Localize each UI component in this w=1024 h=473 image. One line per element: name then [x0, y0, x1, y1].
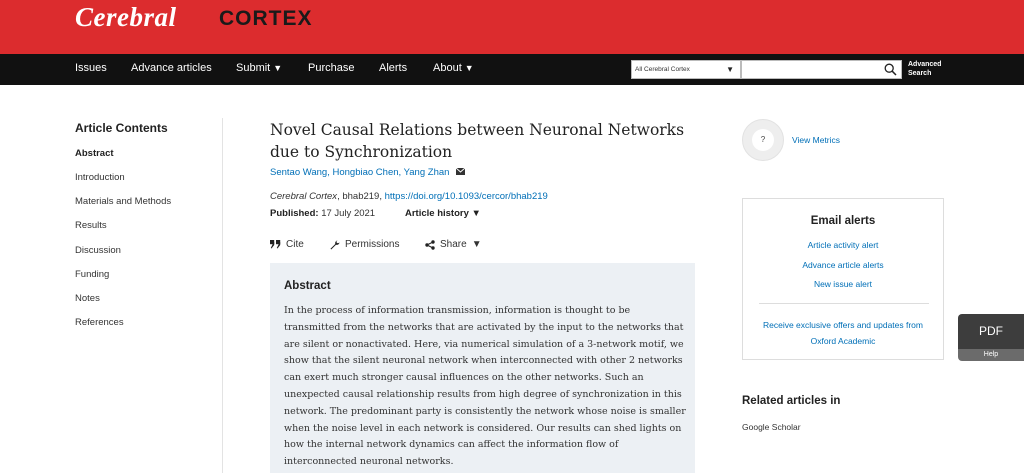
doi-link[interactable]: https://doi.org/10.1093/cercor/bhab219: [385, 191, 548, 202]
nav-alerts-label: Alerts: [379, 62, 408, 74]
quote-icon: [270, 240, 281, 249]
article-activity-alert-link[interactable]: Article activity alert: [743, 240, 943, 250]
altmetric-score: ?: [752, 129, 774, 151]
nav-submit-label: Submit: [236, 62, 271, 74]
toc-item-abstract[interactable]: Abstract: [75, 148, 114, 159]
nav-about-label: About: [433, 62, 462, 74]
toc-item-results[interactable]: Results: [75, 220, 107, 231]
oxford-offers-link[interactable]: Receive exclusive offers and updates fro…: [757, 317, 929, 349]
permissions-label: Permissions: [345, 239, 400, 250]
related-articles-title: Related articles in: [742, 395, 841, 407]
toc-item-introduction[interactable]: Introduction: [75, 172, 125, 183]
related-google-scholar-link[interactable]: Google Scholar: [742, 422, 801, 432]
email-alerts-divider: [759, 303, 929, 304]
nav-purchase[interactable]: Purchase: [308, 62, 354, 74]
pdf-button[interactable]: PDF: [958, 314, 1024, 349]
journal-logo-cerebral[interactable]: Cerebral: [75, 2, 177, 33]
nav-alerts[interactable]: Alerts: [379, 62, 407, 74]
toc-item-materials-and-methods[interactable]: Materials and Methods: [75, 196, 171, 207]
nav-issues-label: Issues: [75, 62, 107, 74]
permissions-button[interactable]: Permissions: [330, 239, 399, 250]
journal-logo-cortex[interactable]: CORTEX: [219, 7, 313, 31]
nav-purchase-label: Purchase: [308, 62, 355, 74]
chevron-down-icon: ▼: [464, 63, 474, 73]
article-contents-title: Article Contents: [75, 121, 168, 135]
author-link[interactable]: Hongbiao Chen: [333, 167, 399, 178]
chevron-down-icon: ▼: [726, 65, 734, 74]
chevron-down-icon: ▼: [273, 63, 283, 73]
search-icon[interactable]: [884, 63, 897, 76]
article-history-toggle[interactable]: Article history ▼: [405, 208, 481, 219]
author-list: Sentao Wang, Hongbiao Chen, Yang Zhan: [270, 167, 466, 178]
abstract-text: In the process of information transmissi…: [284, 305, 686, 468]
new-issue-alert-link[interactable]: New issue alert: [743, 279, 943, 289]
email-alerts-panel: Email alerts Article activity alert Adva…: [742, 198, 944, 360]
published-line: Published: 17 July 2021: [270, 208, 375, 219]
nav-advance-articles[interactable]: Advance articles: [131, 62, 212, 74]
nav-issues[interactable]: Issues: [75, 62, 107, 74]
toc-item-funding[interactable]: Funding: [75, 269, 109, 280]
journal-name: Cerebral Cortex: [270, 191, 338, 202]
view-metrics-link[interactable]: View Metrics: [792, 135, 840, 145]
cite-button[interactable]: Cite: [270, 239, 304, 250]
article-title: Novel Causal Relations between Neuronal …: [270, 121, 685, 161]
search-scope-value: All Cerebral Cortex: [635, 66, 690, 73]
toc-item-references[interactable]: References: [75, 317, 124, 328]
nav-submit[interactable]: Submit ▼: [236, 62, 282, 74]
nav-advance-articles-label: Advance articles: [131, 62, 212, 74]
advanced-search-line1: Advanced: [908, 61, 942, 68]
published-date: 17 July 2021: [318, 208, 376, 219]
toc-item-discussion[interactable]: Discussion: [75, 245, 121, 256]
mail-icon[interactable]: [456, 168, 466, 175]
advanced-search-line2: Search: [908, 70, 932, 77]
chevron-down-icon: ▼: [471, 239, 482, 250]
author-link[interactable]: Yang Zhan: [404, 167, 450, 178]
article-history-label: Article history: [405, 208, 469, 219]
advance-article-alerts-link[interactable]: Advance article alerts: [743, 260, 943, 270]
search-scope-select[interactable]: All Cerebral Cortex ▼: [631, 60, 741, 79]
share-icon: [425, 239, 435, 250]
article-id: , bhab219,: [337, 191, 385, 202]
advanced-search-link[interactable]: Advanced Search: [908, 60, 941, 78]
share-button[interactable]: Share ▼: [425, 239, 482, 250]
sidebar-divider: [222, 118, 223, 473]
altmetric-badge[interactable]: ?: [742, 119, 784, 161]
author-link[interactable]: Sentao Wang: [270, 167, 327, 178]
wrench-icon: [330, 240, 340, 249]
help-button[interactable]: Help: [958, 349, 1024, 361]
abstract-heading: Abstract: [284, 280, 331, 292]
published-label: Published:: [270, 208, 319, 219]
cite-label: Cite: [286, 239, 304, 250]
search-input[interactable]: [741, 60, 902, 79]
citation-line: Cerebral Cortex, bhab219, https://doi.or…: [270, 191, 548, 202]
email-alerts-title: Email alerts: [810, 215, 876, 227]
nav-about[interactable]: About ▼: [433, 62, 474, 74]
chevron-down-icon: ▼: [471, 208, 481, 219]
share-label: Share: [440, 239, 467, 250]
toc-item-notes[interactable]: Notes: [75, 293, 100, 304]
abstract-section: Abstract In the process of information t…: [270, 263, 695, 473]
